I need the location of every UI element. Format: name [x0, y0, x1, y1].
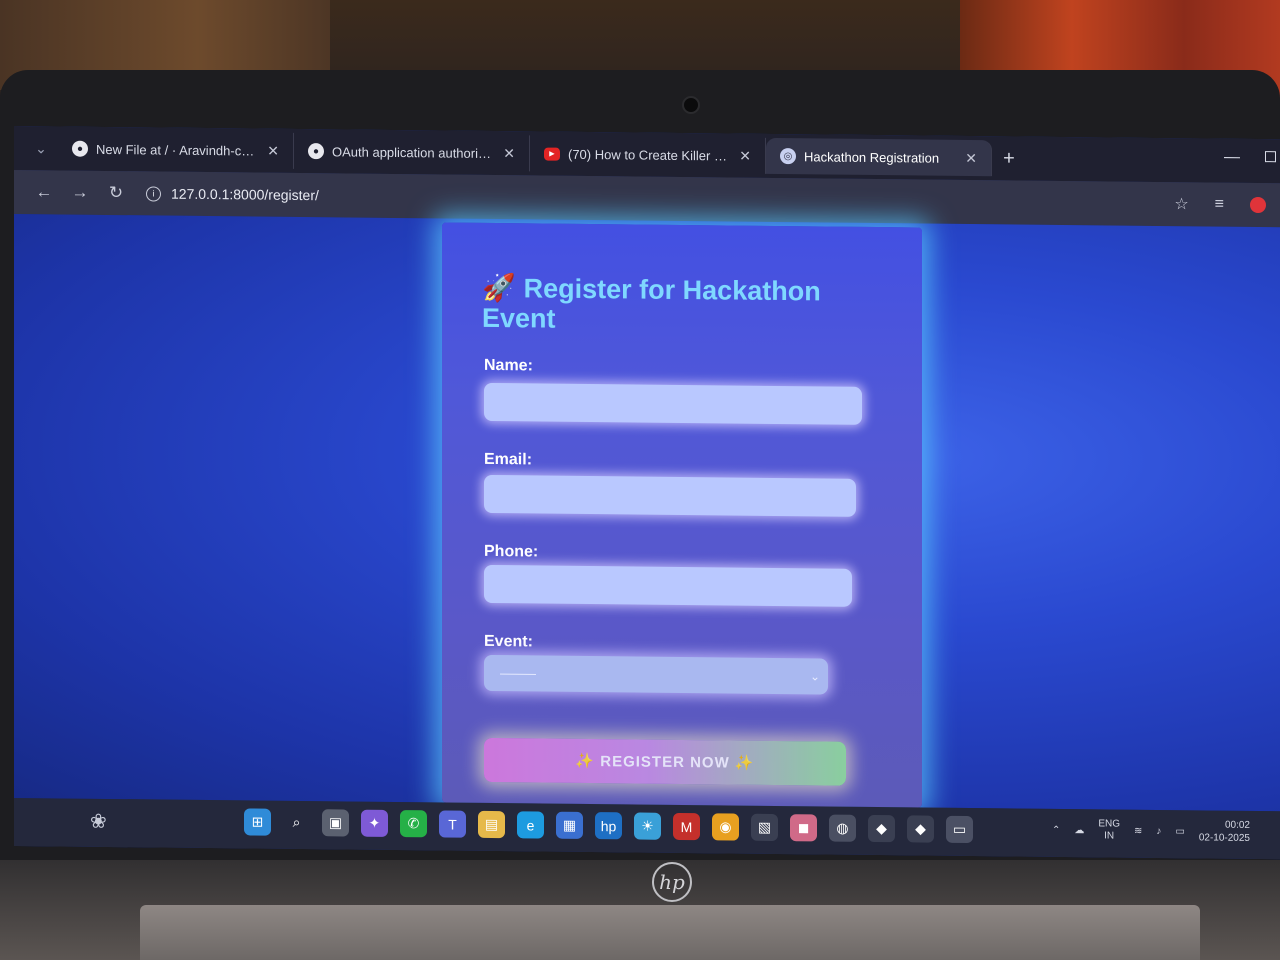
tab-search-chevron-icon[interactable]: ⌄	[24, 140, 58, 157]
file-explorer-icon[interactable]: ▤	[478, 810, 505, 839]
task-view-icon[interactable]: ▣	[322, 809, 349, 837]
github-icon: ●	[72, 140, 88, 157]
git-icon[interactable]: ◆	[868, 814, 895, 843]
taskbar-apps: ⊞ ⌕ ▣ ✦ ✆ T ▤ e ▦ hp ☀ M ◉ ▧ ◼ ◍ ◆ ◆ ▭	[244, 808, 973, 844]
name-label: Name:	[484, 356, 533, 375]
name-input[interactable]	[484, 382, 862, 425]
close-icon[interactable]: ✕	[267, 142, 279, 159]
tab-github-new-file[interactable]: ● New File at / · Aravindh-coder/ ✕	[58, 130, 294, 169]
teams-icon[interactable]: T	[439, 810, 466, 838]
address-bar[interactable]: i 127.0.0.1:8000/register/	[146, 185, 319, 203]
windows-start-icon[interactable]: ⊞	[244, 808, 271, 836]
page-content: 🚀 Register for Hackathon Event Name: Emai…	[14, 214, 1280, 812]
whatsapp-icon[interactable]: ✆	[400, 810, 427, 838]
edge-icon[interactable]: e	[517, 811, 544, 839]
event-select[interactable]: ——— ⌄	[484, 654, 828, 695]
hp-support-icon[interactable]: hp	[595, 812, 622, 840]
phone-input[interactable]	[484, 564, 852, 607]
forward-arrow-icon[interactable]: →	[70, 183, 90, 203]
back-arrow-icon[interactable]: ←	[34, 182, 54, 202]
git-bash-icon[interactable]: ◆	[907, 815, 934, 843]
tab-hackathon-registration[interactable]: ◎ Hackathon Registration ✕	[766, 137, 992, 177]
webcam	[682, 96, 700, 114]
search-icon[interactable]: ⌕	[283, 809, 310, 836]
volume-icon[interactable]: ♪	[1156, 825, 1161, 836]
laptop-screen: ⌄ ● New File at / · Aravindh-coder/ ✕ ● …	[14, 126, 1280, 860]
github-icon: ●	[308, 143, 324, 160]
email-input[interactable]	[484, 474, 856, 517]
copilot-icon[interactable]: ✦	[361, 809, 388, 837]
minimize-window-icon[interactable]: —	[1224, 149, 1240, 167]
event-selected-value: ———	[500, 666, 536, 681]
widgets-icon[interactable]: ❀	[90, 809, 107, 834]
battery-icon[interactable]: ▭	[1175, 826, 1184, 837]
globe-icon: ◎	[780, 148, 796, 165]
close-icon[interactable]: ✕	[965, 149, 977, 166]
mcafee-icon[interactable]: M	[673, 812, 700, 841]
youtube-icon: ▶	[544, 147, 560, 161]
tab-label: (70) How to Create Killer GitHu	[568, 146, 732, 164]
github-desktop-icon[interactable]: ◍	[829, 814, 856, 842]
app-icon[interactable]: ◼	[790, 814, 817, 842]
site-info-icon[interactable]: i	[146, 185, 161, 202]
onedrive-icon[interactable]: ☁	[1074, 825, 1084, 836]
bookmark-star-icon[interactable]: ☆	[1174, 194, 1188, 214]
wifi-icon[interactable]: ≋	[1134, 825, 1142, 836]
tab-label: New File at / · Aravindh-coder/	[96, 141, 260, 159]
tab-label: OAuth application authorized	[332, 143, 496, 161]
toolbar-actions: ☆ ≡	[1174, 194, 1266, 215]
system-tray: ⌃ ☁ ENG IN ≋ ♪ ▭ 00:02 02-10-2025	[1052, 817, 1250, 845]
tab-youtube-video[interactable]: ▶ (70) How to Create Killer GitHu ✕	[530, 135, 766, 174]
maximize-window-icon[interactable]	[1265, 151, 1276, 163]
laptop-hinge	[140, 905, 1200, 960]
page-title-text: Register for Hackathon Event	[482, 273, 821, 334]
rocket-icon: 🚀	[482, 272, 516, 304]
url-text[interactable]: 127.0.0.1:8000/register/	[171, 186, 319, 204]
profile-avatar[interactable]	[1250, 196, 1266, 214]
phone-label: Phone:	[484, 542, 539, 561]
terminal-icon[interactable]: ▭	[946, 815, 973, 844]
language-indicator[interactable]: ENG IN	[1098, 818, 1120, 842]
language-code: ENG	[1098, 818, 1120, 830]
close-icon[interactable]: ✕	[739, 147, 751, 164]
microsoft-store-icon[interactable]: ▦	[556, 811, 583, 839]
event-label: Event:	[484, 632, 533, 651]
tab-oauth-authorized[interactable]: ● OAuth application authorized ✕	[294, 132, 530, 172]
date-text: 02-10-2025	[1198, 832, 1250, 844]
clock[interactable]: 00:02 02-10-2025	[1199, 818, 1250, 845]
hp-logo: hp	[652, 862, 692, 902]
close-icon[interactable]: ✕	[503, 145, 515, 162]
registration-card: 🚀 Register for Hackathon Event Name: Emai…	[442, 222, 922, 808]
tab-label: Hackathon Registration	[804, 148, 940, 166]
time-text: 00:02	[1224, 819, 1250, 831]
email-label: Email:	[484, 450, 533, 469]
chevron-down-icon: ⌄	[809, 669, 820, 684]
new-tab-button[interactable]: +	[992, 147, 1026, 170]
reading-list-icon[interactable]: ≡	[1215, 196, 1224, 214]
weather-icon[interactable]: ☀	[634, 812, 661, 840]
photos-icon[interactable]: ▧	[751, 813, 778, 842]
chevron-up-icon[interactable]: ⌃	[1052, 824, 1060, 835]
page-title: 🚀 Register for Hackathon Event	[482, 273, 862, 337]
region-code: IN	[1104, 830, 1115, 842]
chrome-icon[interactable]: ◉	[712, 813, 739, 841]
reload-icon[interactable]: ↻	[106, 183, 126, 203]
register-now-button[interactable]: ✨ REGISTER NOW ✨	[484, 737, 846, 786]
